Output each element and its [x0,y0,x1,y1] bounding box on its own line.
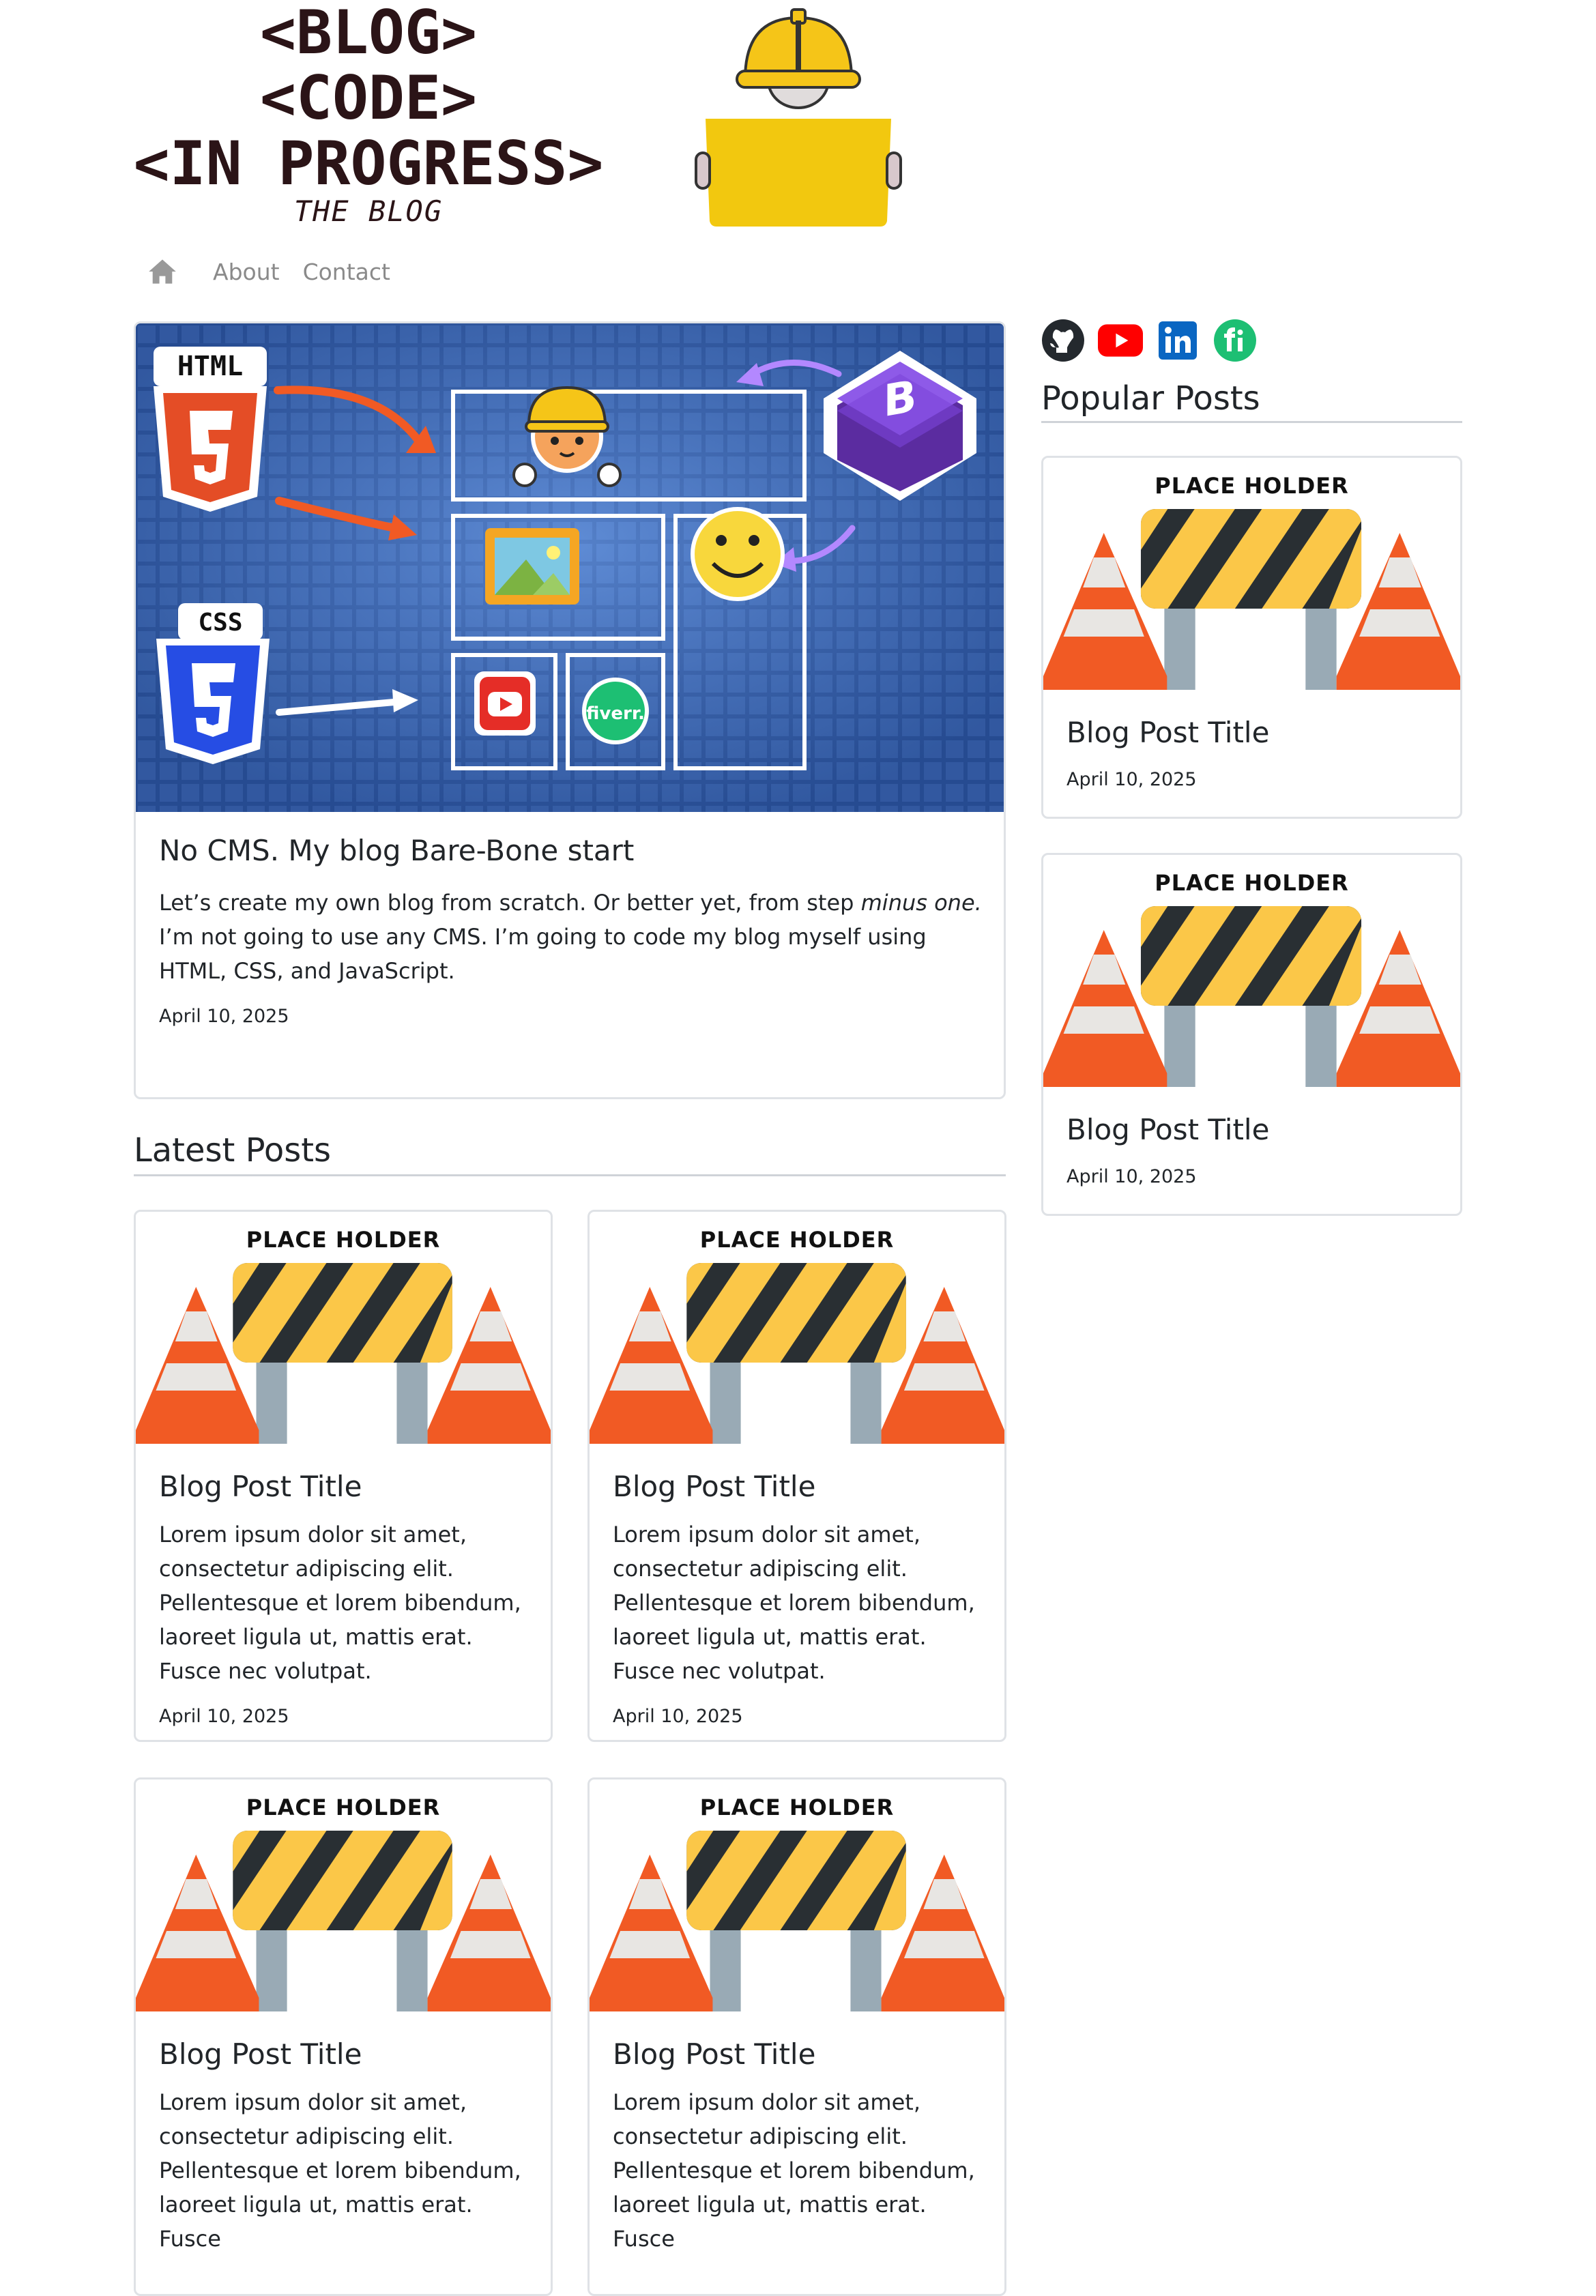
youtube-icon[interactable] [1098,318,1143,363]
post-title[interactable]: Blog Post Title [613,2037,815,2071]
placeholder-label: PLACE HOLDER [246,1227,441,1253]
latest-posts-divider [134,1174,1006,1176]
post-title[interactable]: Blog Post Title [1067,1113,1269,1146]
placeholder-label: PLACE HOLDER [699,1227,895,1253]
featured-post-image: HTML CSS B fiverr. [136,323,1004,812]
post-date: April 10, 2025 [1067,1166,1197,1187]
post-date: April 10, 2025 [613,1706,743,1727]
logo-subtitle: THE BLOG [293,194,444,228]
main-nav: About Contact [147,252,413,291]
house-icon[interactable] [147,257,177,287]
featured-post-title[interactable]: No CMS. My blog Bare-Bone start [159,834,634,867]
latest-post-card[interactable]: PLACE HOLDER Blog Post Title Lorem ipsum… [587,1210,1006,1742]
social-links [1041,318,1270,363]
fiverr-icon[interactable] [1213,318,1258,363]
linkedin-icon[interactable] [1155,318,1200,363]
post-excerpt: Lorem ipsum dolor sit amet, consectetur … [159,2089,521,2252]
post-excerpt: Lorem ipsum dolor sit amet, consectetur … [613,1522,975,1684]
featured-post-date: April 10, 2025 [159,1006,289,1027]
latest-post-card[interactable]: PLACE HOLDER Blog Post Title Lorem ipsum… [134,1210,553,1742]
post-title[interactable]: Blog Post Title [159,2037,362,2071]
post-date: April 10, 2025 [159,1706,289,1727]
github-icon[interactable] [1041,318,1086,363]
blog-page: <BLOG> <CODE> <IN PROGRESS> THE BLOG Abo… [0,0,1596,2296]
placeholder-label: PLACE HOLDER [1155,870,1349,896]
excerpt-emphasis: minus one. [860,890,982,916]
post-excerpt: Lorem ipsum dolor sit amet, consectetur … [613,2089,975,2252]
fiverr-label: fiverr. [586,703,645,724]
html-label: HTML [177,351,243,382]
nav-about-link[interactable]: About [213,259,280,285]
latest-posts-heading: Latest Posts [134,1131,332,1169]
popular-post-card[interactable]: PLACE HOLDER Blog Post Title April 10, 2… [1041,456,1462,819]
latest-post-card[interactable]: PLACE HOLDER Blog Post Title Lorem ipsum… [134,1777,553,2296]
site-logo[interactable]: <BLOG> <CODE> <IN PROGRESS> [130,0,607,197]
placeholder-label: PLACE HOLDER [1155,473,1349,499]
post-title[interactable]: Blog Post Title [613,1470,815,1503]
featured-post-card[interactable]: HTML CSS B fiverr. No CMS. My blog Bare-… [134,321,1006,1099]
excerpt-part: Let’s create my own blog from scratch. O… [159,890,861,916]
logo-line: <IN PROGRESS> [133,128,604,199]
post-excerpt: Lorem ipsum dolor sit amet, consectetur … [159,1522,521,1684]
logo-line: <BLOG> [260,0,477,68]
latest-post-card[interactable]: PLACE HOLDER Blog Post Title Lorem ipsum… [587,1777,1006,2296]
popular-post-card[interactable]: PLACE HOLDER Blog Post Title April 10, 2… [1041,853,1462,1216]
post-title[interactable]: Blog Post Title [1067,716,1269,749]
svg-text:B: B [884,370,917,427]
popular-posts-divider [1041,421,1462,423]
placeholder-label: PLACE HOLDER [699,1794,895,1820]
excerpt-part: I’m not going to use any CMS. I’m going … [159,924,927,984]
featured-post-excerpt: Let’s create my own blog from scratch. O… [159,886,985,988]
logo-line: <CODE> [260,63,477,133]
nav-contact-link[interactable]: Contact [303,259,390,285]
placeholder-label: PLACE HOLDER [246,1794,441,1820]
post-title[interactable]: Blog Post Title [159,1470,362,1503]
post-date: April 10, 2025 [1067,769,1197,790]
construction-mascot-icon [695,8,902,227]
css-label: CSS [198,609,242,637]
popular-posts-heading: Popular Posts [1041,379,1260,418]
